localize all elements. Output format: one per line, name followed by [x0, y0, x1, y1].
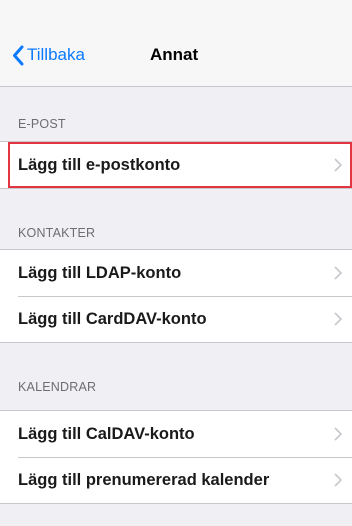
add-caldav-account-row[interactable]: Lägg till CalDAV-konto: [0, 411, 352, 457]
row-label: Lägg till prenumererad kalender: [18, 470, 270, 489]
section-header-e-post: E-POST: [18, 117, 66, 131]
chevron-right-icon: [334, 158, 342, 172]
add-carddav-account-row[interactable]: Lägg till CardDAV-konto: [0, 296, 352, 342]
chevron-right-icon: [334, 266, 342, 280]
chevron-right-icon: [334, 473, 342, 487]
add-ldap-account-row[interactable]: Lägg till LDAP-konto: [0, 250, 352, 296]
group-kalendrar: Lägg till CalDAV-konto Lägg till prenume…: [0, 410, 352, 504]
row-label: Lägg till LDAP-konto: [18, 263, 182, 282]
chevron-right-icon: [334, 427, 342, 441]
row-label: Lägg till CardDAV-konto: [18, 309, 207, 328]
back-button[interactable]: Tillbaka: [12, 40, 85, 70]
add-subscribed-calendar-row[interactable]: Lägg till prenumererad kalender: [0, 457, 352, 503]
chevron-left-icon: [13, 45, 24, 65]
page-title: Annat: [150, 45, 199, 64]
back-button-label: Tillbaka: [27, 45, 85, 64]
group-e-post: Lägg till e-postkonto: [0, 141, 352, 189]
row-label: Lägg till CalDAV-konto: [18, 424, 195, 443]
row-label: Lägg till e-postkonto: [18, 155, 181, 174]
add-email-account-row[interactable]: Lägg till e-postkonto: [0, 142, 352, 188]
navigation-bar: Tillbaka Annat: [0, 0, 352, 87]
group-kontakter: Lägg till LDAP-konto Lägg till CardDAV-k…: [0, 249, 352, 343]
section-header-kalendrar: KALENDRAR: [18, 380, 97, 394]
chevron-right-icon: [334, 312, 342, 326]
section-header-kontakter: KONTAKTER: [18, 226, 96, 240]
